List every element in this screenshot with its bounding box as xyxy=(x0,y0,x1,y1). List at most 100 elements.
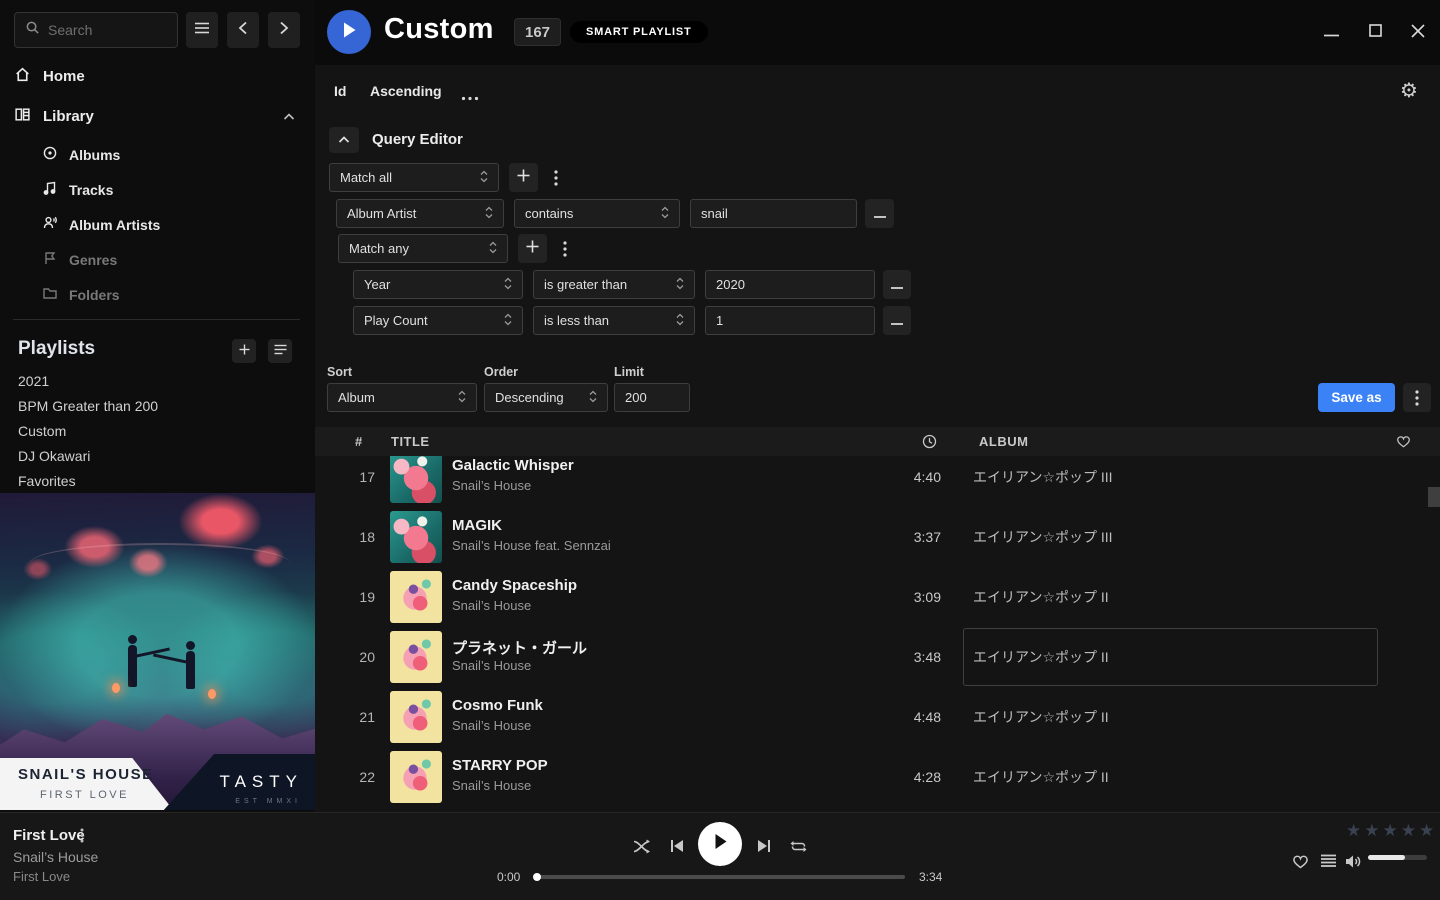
volume-icon[interactable] xyxy=(1340,847,1368,875)
track-title[interactable]: プラネット・ガール xyxy=(452,637,587,658)
table-row[interactable]: 22 STARRY POP Snail’s House 4:28 エイリアン☆ポ… xyxy=(315,747,1440,807)
table-row[interactable]: 19 Candy Spaceship Snail’s House 3:09 エイ… xyxy=(315,567,1440,627)
close-button[interactable] xyxy=(1407,22,1429,44)
track-album[interactable]: エイリアン☆ポップ II xyxy=(973,567,1109,627)
track-artwork[interactable] xyxy=(390,456,442,503)
maximize-button[interactable] xyxy=(1364,22,1386,44)
seek-bar[interactable] xyxy=(535,875,905,879)
track-title[interactable]: Candy Spaceship xyxy=(452,577,577,594)
save-as-button[interactable]: Save as xyxy=(1318,383,1395,412)
track-album[interactable]: エイリアン☆ポップ II xyxy=(973,627,1109,687)
track-title[interactable]: Cosmo Funk xyxy=(452,697,543,714)
forward-button[interactable] xyxy=(268,12,300,48)
track-album[interactable]: エイリアン☆ポップ III xyxy=(973,507,1113,567)
track-artwork[interactable] xyxy=(390,511,442,563)
sidebar-item-folders[interactable]: Folders xyxy=(42,285,120,304)
track-title[interactable]: STARRY POP xyxy=(452,757,548,774)
rule-field-select[interactable]: Album Artist xyxy=(336,199,504,228)
column-number[interactable]: # xyxy=(355,434,362,449)
scrollbar-thumb[interactable] xyxy=(1428,487,1440,507)
sort-field-button[interactable]: Id xyxy=(334,83,346,99)
column-title[interactable]: TITLE xyxy=(391,434,430,449)
duration-clock-icon[interactable] xyxy=(922,434,937,452)
rule-operator-select[interactable]: is less than xyxy=(533,306,695,335)
remove-rule-button[interactable] xyxy=(883,270,911,299)
sidebar-item-library[interactable]: Library xyxy=(14,106,94,127)
table-row[interactable]: 21 Cosmo Funk Snail’s House 4:48 エイリアン☆ポ… xyxy=(315,687,1440,747)
now-playing-album[interactable]: First Love xyxy=(13,869,70,884)
now-playing-more-icon[interactable] xyxy=(80,828,84,848)
track-artist[interactable]: Snail’s House xyxy=(452,598,531,613)
order-select[interactable]: Descending xyxy=(484,383,608,412)
track-artwork[interactable] xyxy=(390,751,442,803)
sort-select[interactable]: Album xyxy=(327,383,477,412)
back-button[interactable] xyxy=(227,12,259,48)
track-album[interactable]: エイリアン☆ポップ II xyxy=(973,747,1109,807)
rule-field-select[interactable]: Year xyxy=(353,270,523,299)
sidebar-item-genres[interactable]: Genres xyxy=(42,250,117,269)
play-playlist-button[interactable] xyxy=(327,10,371,54)
add-rule-button[interactable] xyxy=(518,234,547,263)
queue-button[interactable] xyxy=(1314,847,1342,875)
now-playing-artwork[interactable]: SNAIL'S HOUSE FIRST LOVE TASTY EST MMXI xyxy=(0,493,315,810)
menu-button[interactable] xyxy=(186,12,218,48)
search-input[interactable]: Search xyxy=(14,12,178,48)
track-artist[interactable]: Snail’s House xyxy=(452,478,531,493)
track-artist[interactable]: Snail’s House feat. Sennzai xyxy=(452,538,611,553)
limit-input[interactable]: 200 xyxy=(614,383,690,412)
track-title[interactable]: Galactic Whisper xyxy=(452,457,574,474)
collapse-query-editor-button[interactable] xyxy=(329,127,359,153)
column-album[interactable]: ALBUM xyxy=(979,434,1028,449)
playlist-queue-button[interactable] xyxy=(268,339,292,363)
shuffle-button[interactable] xyxy=(628,832,656,860)
track-artist[interactable]: Snail’s House xyxy=(452,718,531,733)
add-playlist-button[interactable] xyxy=(232,339,256,363)
track-artwork[interactable] xyxy=(390,631,442,683)
remove-rule-button[interactable] xyxy=(865,199,894,228)
minimize-button[interactable] xyxy=(1320,22,1342,44)
sidebar-item-albums[interactable]: Albums xyxy=(42,145,120,164)
track-artwork[interactable] xyxy=(390,691,442,743)
repeat-button[interactable] xyxy=(784,832,812,860)
sort-direction-button[interactable]: Ascending xyxy=(370,83,442,99)
playlist-item-custom[interactable]: Custom xyxy=(18,423,66,439)
rating-stars[interactable]: ★★★★★ xyxy=(1346,821,1437,841)
match-type-select[interactable]: Match all xyxy=(329,163,499,192)
track-album[interactable]: エイリアン☆ポップ II xyxy=(973,687,1109,747)
rule-value-input[interactable]: snail xyxy=(690,199,857,228)
track-artist[interactable]: Snail’s House xyxy=(452,778,531,793)
now-playing-title[interactable]: First Love xyxy=(13,827,85,844)
playlist-item-2021[interactable]: 2021 xyxy=(18,373,49,389)
now-playing-artist[interactable]: Snail’s House xyxy=(13,849,98,865)
favorite-button[interactable] xyxy=(1286,847,1314,875)
playlist-item-bpm[interactable]: BPM Greater than 200 xyxy=(18,398,158,414)
next-track-button[interactable] xyxy=(749,832,777,860)
volume-slider[interactable] xyxy=(1368,855,1427,860)
save-more-icon[interactable] xyxy=(1403,383,1431,412)
group-more-icon[interactable] xyxy=(555,234,575,263)
rule-operator-select[interactable]: is greater than xyxy=(533,270,695,299)
track-album[interactable]: エイリアン☆ポップ III xyxy=(973,456,1113,507)
sidebar-item-album-artists[interactable]: Album Artists xyxy=(42,215,160,234)
add-rule-button[interactable] xyxy=(509,163,538,192)
rule-value-input[interactable]: 2020 xyxy=(705,270,875,299)
previous-track-button[interactable] xyxy=(663,832,691,860)
rule-value-input[interactable]: 1 xyxy=(705,306,875,335)
track-artwork[interactable] xyxy=(390,571,442,623)
rule-field-select[interactable]: Play Count xyxy=(353,306,523,335)
track-artist[interactable]: Snail’s House xyxy=(452,658,531,673)
play-pause-button[interactable] xyxy=(698,822,742,866)
table-row[interactable]: 17 Galactic Whisper Snail’s House 4:40 エ… xyxy=(315,456,1440,507)
track-title[interactable]: MAGIK xyxy=(452,517,502,534)
table-row[interactable]: 20 プラネット・ガール Snail’s House 3:48 エイリアン☆ポッ… xyxy=(315,627,1440,687)
settings-gear-icon[interactable]: ⚙ xyxy=(1400,78,1418,103)
playlist-item-dj-okawari[interactable]: DJ Okawari xyxy=(18,448,90,464)
more-options-icon[interactable] xyxy=(461,88,479,106)
sidebar-item-home[interactable]: Home xyxy=(14,66,85,87)
match-type-select[interactable]: Match any xyxy=(338,234,508,263)
table-row[interactable]: 18 MAGIK Snail’s House feat. Sennzai 3:3… xyxy=(315,507,1440,567)
playlist-item-favorites[interactable]: Favorites xyxy=(18,473,76,489)
favorite-heart-icon[interactable] xyxy=(1396,434,1411,451)
remove-rule-button[interactable] xyxy=(883,306,911,335)
sidebar-item-tracks[interactable]: Tracks xyxy=(42,180,113,199)
